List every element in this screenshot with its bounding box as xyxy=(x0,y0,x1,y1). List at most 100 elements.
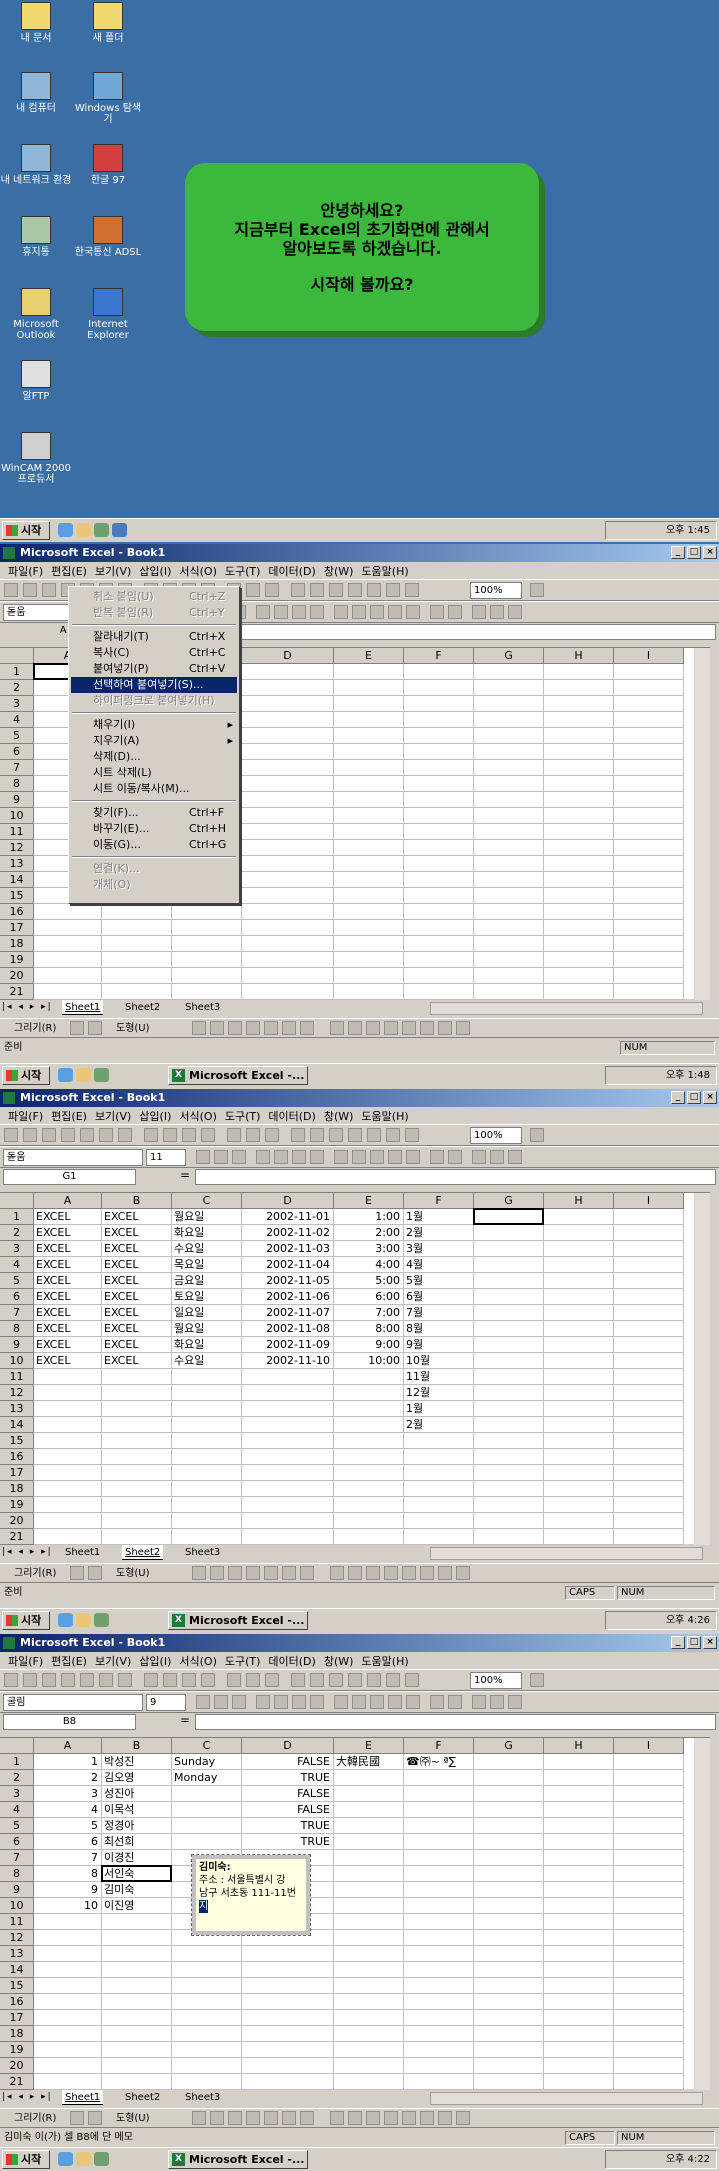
cell-E3[interactable]: 3:00 xyxy=(334,1241,400,1257)
row-header[interactable]: 12 xyxy=(0,1930,34,1946)
cell-C1[interactable]: Sunday xyxy=(174,1754,215,1770)
cell-B5[interactable]: EXCEL xyxy=(104,1273,138,1289)
row-header[interactable]: 19 xyxy=(0,952,34,968)
quicklaunch-outlook-icon[interactable] xyxy=(94,1068,109,1082)
desktop-icon-9[interactable]: Internet Explorer xyxy=(72,288,144,341)
new-icon[interactable] xyxy=(4,583,18,597)
menu-item-8[interactable]: 도움말(H) xyxy=(357,1653,412,1669)
menu-item-3[interactable]: 삽입(I) xyxy=(135,563,175,579)
arrow-icon[interactable] xyxy=(210,1021,224,1035)
shadow-icon[interactable] xyxy=(438,2111,452,2125)
close-button[interactable]: × xyxy=(703,1636,717,1649)
fill-color-icon[interactable] xyxy=(490,605,504,619)
oval-icon[interactable] xyxy=(246,1021,260,1035)
cell-A6[interactable]: 6 xyxy=(34,1834,98,1850)
column-header-C[interactable]: C xyxy=(172,1738,242,1754)
row-header[interactable]: 3 xyxy=(0,1241,34,1257)
menu-item-0[interactable]: 파일(F) xyxy=(4,563,47,579)
row-header[interactable]: 1 xyxy=(0,1209,34,1225)
start-button[interactable]: 시작 xyxy=(2,521,50,540)
row-header[interactable]: 15 xyxy=(0,1978,34,1994)
textbox-icon[interactable] xyxy=(264,2111,278,2125)
edit-menu-item-10[interactable]: 시트 삭제(L) xyxy=(71,765,237,781)
function-icon[interactable] xyxy=(310,1128,324,1142)
menu-item-8[interactable]: 도움말(H) xyxy=(357,563,412,579)
row-header[interactable]: 2 xyxy=(0,680,34,696)
cell-A3[interactable]: EXCEL xyxy=(36,1241,70,1257)
row-header[interactable]: 16 xyxy=(0,904,34,920)
clipart-icon[interactable] xyxy=(300,2111,314,2125)
cell-D4[interactable]: 2002-11-04 xyxy=(242,1257,330,1273)
desktop-icon-11[interactable]: WinCAM 2000 프로듀서 xyxy=(0,432,72,485)
cell-E6[interactable]: 6:00 xyxy=(334,1289,400,1305)
free-rotate-icon[interactable] xyxy=(88,2111,102,2125)
preview-icon[interactable] xyxy=(99,1128,113,1142)
row-header[interactable]: 9 xyxy=(0,792,34,808)
column-header-A[interactable]: A xyxy=(34,1193,102,1209)
maximize-button[interactable]: □ xyxy=(687,546,701,559)
cell-F6[interactable]: 6월 xyxy=(406,1289,423,1305)
sort-desc-icon[interactable] xyxy=(348,1128,362,1142)
sheet-tab-Sheet1[interactable]: Sheet1 xyxy=(62,1545,103,1560)
active-cell[interactable] xyxy=(473,1208,544,1225)
row-header[interactable]: 10 xyxy=(0,808,34,824)
row-header[interactable]: 13 xyxy=(0,1401,34,1417)
comma-icon[interactable] xyxy=(370,1150,384,1164)
column-header-C[interactable]: C xyxy=(172,1193,242,1209)
select-pointer-icon[interactable] xyxy=(70,1021,84,1035)
print-icon[interactable] xyxy=(80,1673,94,1687)
row-header[interactable]: 2 xyxy=(0,1770,34,1786)
cell-A9[interactable]: EXCEL xyxy=(36,1337,70,1353)
cell-A1[interactable]: 1 xyxy=(34,1754,98,1770)
indent-dec-icon[interactable] xyxy=(430,605,444,619)
cut-icon[interactable] xyxy=(144,1128,158,1142)
row-header[interactable]: 8 xyxy=(0,1866,34,1882)
currency-icon[interactable] xyxy=(334,605,348,619)
indent-dec-icon[interactable] xyxy=(430,1150,444,1164)
row-header[interactable]: 1 xyxy=(0,1754,34,1770)
quicklaunch-ie-icon[interactable] xyxy=(58,2152,73,2166)
column-header-E[interactable]: E xyxy=(334,648,404,664)
inc-decimal-icon[interactable] xyxy=(388,1150,402,1164)
minimize-button[interactable]: _ xyxy=(671,546,685,559)
edit-menu-item-13[interactable]: 바꾸기(E)... Ctrl+H xyxy=(71,821,237,837)
cut-icon[interactable] xyxy=(144,1673,158,1687)
edit-menu-item-12[interactable]: 찾기(F)... Ctrl+F xyxy=(71,805,237,821)
formula-input[interactable] xyxy=(195,1714,716,1730)
menu-item-3[interactable]: 삽입(I) xyxy=(135,1653,175,1669)
quicklaunch-folder-icon[interactable] xyxy=(76,523,91,537)
menu-item-7[interactable]: 창(W) xyxy=(320,563,358,579)
horizontal-scrollbar[interactable] xyxy=(430,2092,703,2105)
cell-D6[interactable]: 2002-11-06 xyxy=(242,1289,330,1305)
cell-F14[interactable]: 2월 xyxy=(406,1417,423,1433)
cell-A8[interactable]: 8 xyxy=(34,1866,98,1882)
chart-icon[interactable] xyxy=(367,1128,381,1142)
desktop-icon-6[interactable]: 휴지통 xyxy=(0,216,72,258)
align-right-icon[interactable] xyxy=(292,1695,306,1709)
sheet-tab-Sheet1[interactable]: Sheet1 xyxy=(62,1000,104,1015)
percent-icon[interactable] xyxy=(352,605,366,619)
cell-D10[interactable]: 2002-11-10 xyxy=(242,1353,330,1369)
cell-C3[interactable]: 수요일 xyxy=(174,1241,204,1257)
column-header-F[interactable]: F xyxy=(404,1193,474,1209)
function-icon[interactable] xyxy=(310,1673,324,1687)
cell-E8[interactable]: 8:00 xyxy=(334,1321,400,1337)
fill-color-icon[interactable] xyxy=(330,1566,344,1580)
align-right-icon[interactable] xyxy=(292,1150,306,1164)
column-header-B[interactable]: B xyxy=(102,1738,172,1754)
undo-icon[interactable] xyxy=(227,1128,241,1142)
font-size-combo[interactable]: 9 xyxy=(146,1694,186,1711)
3d-icon[interactable] xyxy=(456,2111,470,2125)
inc-decimal-icon[interactable] xyxy=(388,605,402,619)
cell-A2[interactable]: 2 xyxy=(34,1770,98,1786)
map-icon[interactable] xyxy=(405,1673,419,1687)
edit-menu-item-7[interactable]: 채우기(I) xyxy=(71,717,237,733)
free-rotate-icon[interactable] xyxy=(88,1021,102,1035)
column-header-D[interactable]: D xyxy=(242,1738,334,1754)
redo-icon[interactable] xyxy=(246,583,260,597)
cell-E4[interactable]: 4:00 xyxy=(334,1257,400,1273)
cell-B7[interactable]: EXCEL xyxy=(104,1305,138,1321)
row-header[interactable]: 15 xyxy=(0,1433,34,1449)
row-header[interactable]: 20 xyxy=(0,968,34,984)
dash-style-icon[interactable] xyxy=(402,1566,416,1580)
